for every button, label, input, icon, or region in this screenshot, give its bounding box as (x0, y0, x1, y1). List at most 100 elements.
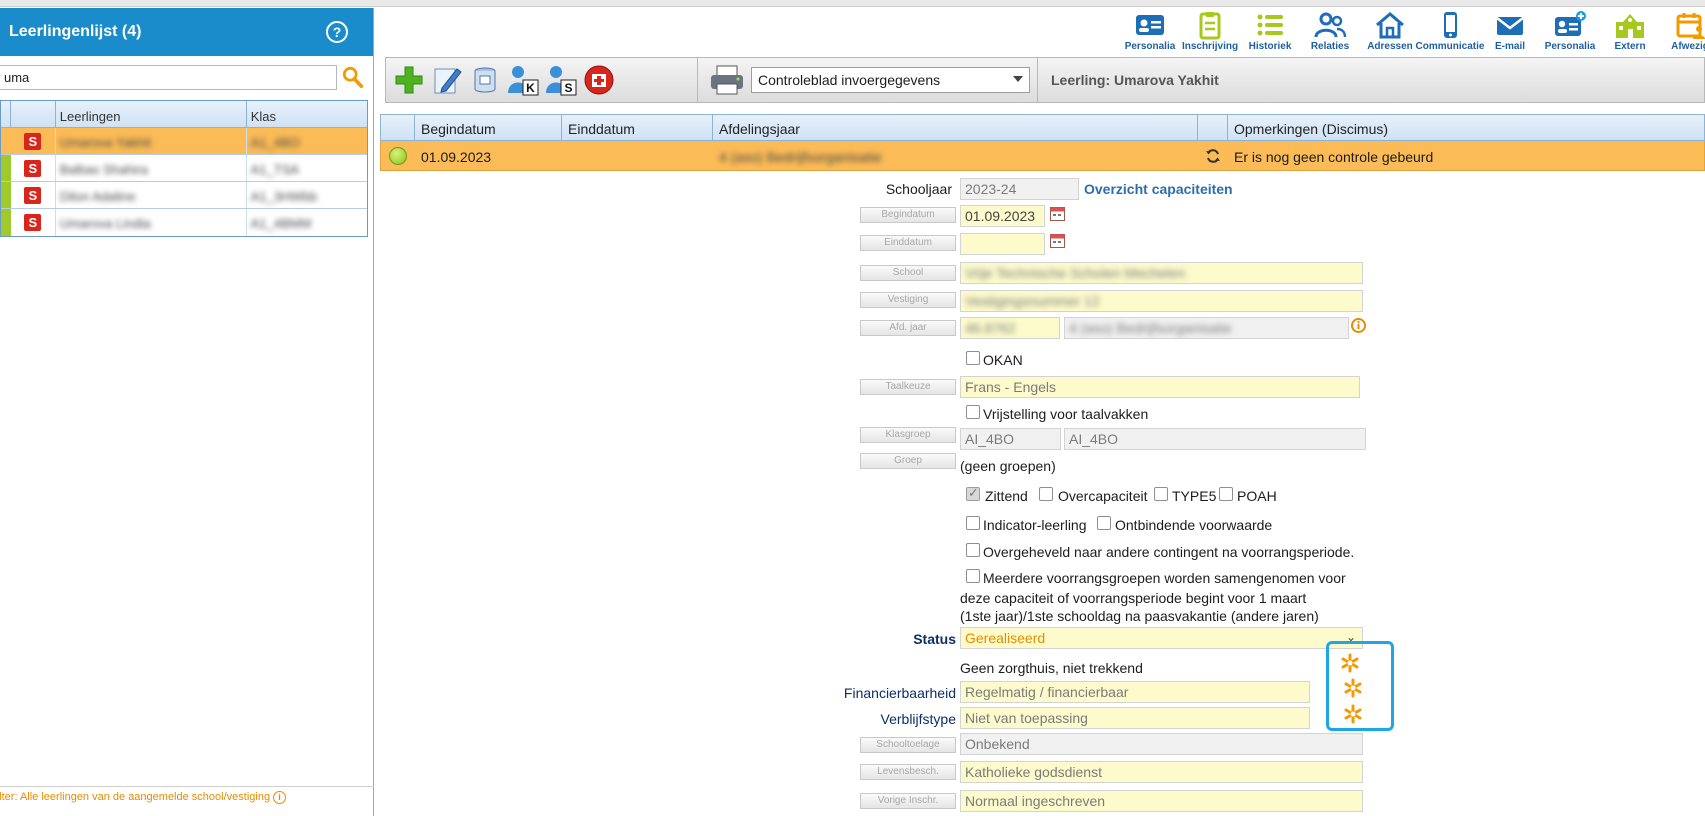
levensbeschouwing-field[interactable]: Katholieke godsdienst (960, 761, 1363, 783)
archive-button[interactable] (468, 63, 502, 97)
s-letter: S (564, 81, 572, 95)
printer-icon[interactable] (707, 63, 747, 97)
help-icon[interactable]: ? (326, 21, 348, 43)
status-select[interactable]: Gerealiseerd ⌄ (960, 627, 1363, 649)
row-klas-cell: A1_4BMM (247, 209, 367, 236)
row-name-cell: Dilon Adaline (56, 182, 247, 208)
zittend-checkbox[interactable] (966, 485, 980, 501)
indicator-leerling-checkbox[interactable] (966, 516, 980, 530)
nav-inschrijving[interactable]: Inschrijving (1180, 8, 1240, 56)
nav-extern[interactable]: Extern (1600, 8, 1660, 56)
table-row[interactable]: S Dilon Adaline A1_3HWbb (1, 182, 367, 209)
grid-col-klas[interactable]: Klas (247, 101, 367, 127)
afd-jaar-code-field[interactable]: 46.8762 (960, 317, 1060, 339)
asterisk-icon[interactable] (1343, 678, 1363, 698)
sync-icon[interactable] (1205, 148, 1221, 164)
overcapaciteit-checkbox[interactable] (1039, 487, 1053, 501)
col-einddatum[interactable]: Einddatum (562, 115, 713, 140)
enrollment-table: Begindatum Einddatum Afdelingsjaar Opmer… (380, 114, 1705, 171)
house-icon (1376, 12, 1404, 39)
table-row[interactable]: S Balbas Shahira A1_TSA (1, 155, 367, 182)
asterisk-icon[interactable] (1343, 704, 1363, 724)
type5-checkbox[interactable] (1154, 487, 1168, 501)
hospital-icon (584, 65, 614, 95)
klasgroep-description-field: AI_4BO (1064, 428, 1366, 450)
table-row[interactable]: 01.09.2023 4 (aso) Bedrijfsorganisatie E… (380, 141, 1705, 171)
calendar-icon[interactable] (1050, 233, 1065, 248)
edit-button[interactable] (430, 63, 464, 97)
taalkeuze-field[interactable]: Frans - Engels (960, 376, 1360, 398)
zorgthuis-text: Geen zorgthuis, niet trekkend (960, 660, 1143, 676)
verblijfstype-field[interactable]: Niet van toepassing (960, 707, 1310, 729)
col-begindatum[interactable]: Begindatum (415, 115, 562, 140)
vestiging-field[interactable]: Vestigingsnummer 12 (960, 290, 1363, 312)
print-template-select[interactable]: Controleblad invoergegevens (751, 67, 1030, 93)
col-opmerkingen[interactable]: Opmerkingen (Discimus) (1228, 115, 1704, 140)
grid-col-leerlingen[interactable]: Leerlingen (56, 101, 247, 127)
financierbaarheid-label: Financierbaarheid (843, 685, 956, 701)
nav-historiek[interactable]: Historiek (1240, 8, 1300, 56)
student-list-panel: Leerlingenlijst (4) ? Leerlingen Klas S … (0, 8, 374, 816)
schooltoelage-button[interactable]: Schooltoelage (860, 737, 956, 753)
afd-jaar-button[interactable]: Afd. jaar (860, 320, 956, 336)
person-k-icon: K (508, 66, 539, 96)
nav-communicatie[interactable]: Communicatie (1416, 8, 1484, 56)
row-indicator (1, 128, 11, 154)
einddatum-field[interactable] (960, 233, 1045, 255)
edit-pencil-icon (434, 68, 462, 94)
student-name: Umarova Lindia (59, 216, 151, 231)
nav-email[interactable]: E-mail (1480, 8, 1540, 56)
school-field[interactable]: Vrije Technische Scholen Mechelen (960, 262, 1363, 284)
nav-relaties[interactable]: Relaties (1300, 8, 1360, 56)
groep-button[interactable]: Groep (860, 453, 956, 469)
vorige-inschrijving-button[interactable]: Vorige Inschr. (860, 793, 956, 809)
school-button[interactable]: School (860, 265, 956, 281)
search-input[interactable] (0, 65, 337, 90)
student-name: Balbas Shahira (59, 162, 148, 177)
add-button[interactable] (392, 63, 426, 97)
grid-col-indicator (1, 101, 11, 127)
person-s-button[interactable]: S (544, 63, 578, 97)
calendar-icon[interactable] (1050, 206, 1065, 221)
overzicht-capaciteiten-link[interactable]: Overzicht capaciteiten (1084, 181, 1233, 197)
row-einddatum (562, 141, 713, 170)
student-list-header: Leerlingenlijst (4) ? (0, 8, 373, 56)
einddatum-button[interactable]: Einddatum (860, 235, 956, 251)
vorige-inschrijving-field[interactable]: Normaal ingeschreven (960, 790, 1363, 812)
okan-checkbox[interactable] (966, 351, 980, 365)
levensbeschouwing-button[interactable]: Levensbesch. (860, 764, 956, 780)
nav-personalia[interactable]: Personalia (1120, 8, 1180, 56)
poah-checkbox[interactable] (1219, 487, 1233, 501)
financierbaarheid-field[interactable]: Regelmatig / financierbaar (960, 681, 1310, 703)
begindatum-field[interactable]: 01.09.2023 (960, 205, 1045, 227)
status-value: Gerealiseerd (965, 630, 1046, 646)
row-indicator (1, 155, 11, 181)
vrijstelling-checkbox[interactable] (966, 405, 980, 419)
search-icon[interactable] (342, 65, 364, 89)
student-name: Umarova Yakhit (59, 135, 151, 150)
overgeheveld-checkbox[interactable] (966, 543, 980, 557)
meerdere-voorrangsgroepen-checkbox[interactable] (966, 569, 980, 583)
nav-adressen[interactable]: Adressen (1360, 8, 1420, 56)
archive-jar-icon (474, 67, 496, 93)
person-k-button[interactable]: K (506, 63, 540, 97)
hospital-button[interactable] (582, 63, 616, 97)
table-row[interactable]: S Umarova Yakhit A1_4BO (1, 128, 367, 155)
info-icon[interactable]: i (273, 791, 287, 804)
nav-afwezig[interactable]: Afwezig (1660, 8, 1705, 56)
table-row[interactable]: S Umarova Lindia A1_4BMM (1, 209, 367, 236)
klasgroep-button[interactable]: Klasgroep (860, 427, 956, 443)
nav-personalia-plus[interactable]: Personalia (1540, 8, 1600, 56)
info-icon[interactable] (1351, 318, 1366, 333)
taalkeuze-button[interactable]: Taalkeuze (860, 379, 956, 395)
vestiging-button[interactable]: Vestiging (860, 292, 956, 308)
schooljaar-label: Schooljaar (885, 181, 952, 197)
row-indicator (1, 182, 11, 208)
col-afdelingsjaar[interactable]: Afdelingsjaar (713, 115, 1198, 140)
row-sync-cell (1198, 141, 1228, 170)
begindatum-button[interactable]: Begindatum (860, 207, 956, 223)
row-type-cell: S (11, 182, 56, 208)
ontbindende-voorwaarde-checkbox[interactable] (1097, 516, 1111, 530)
groep-value: (geen groepen) (960, 458, 1056, 474)
asterisk-icon[interactable] (1340, 653, 1360, 673)
